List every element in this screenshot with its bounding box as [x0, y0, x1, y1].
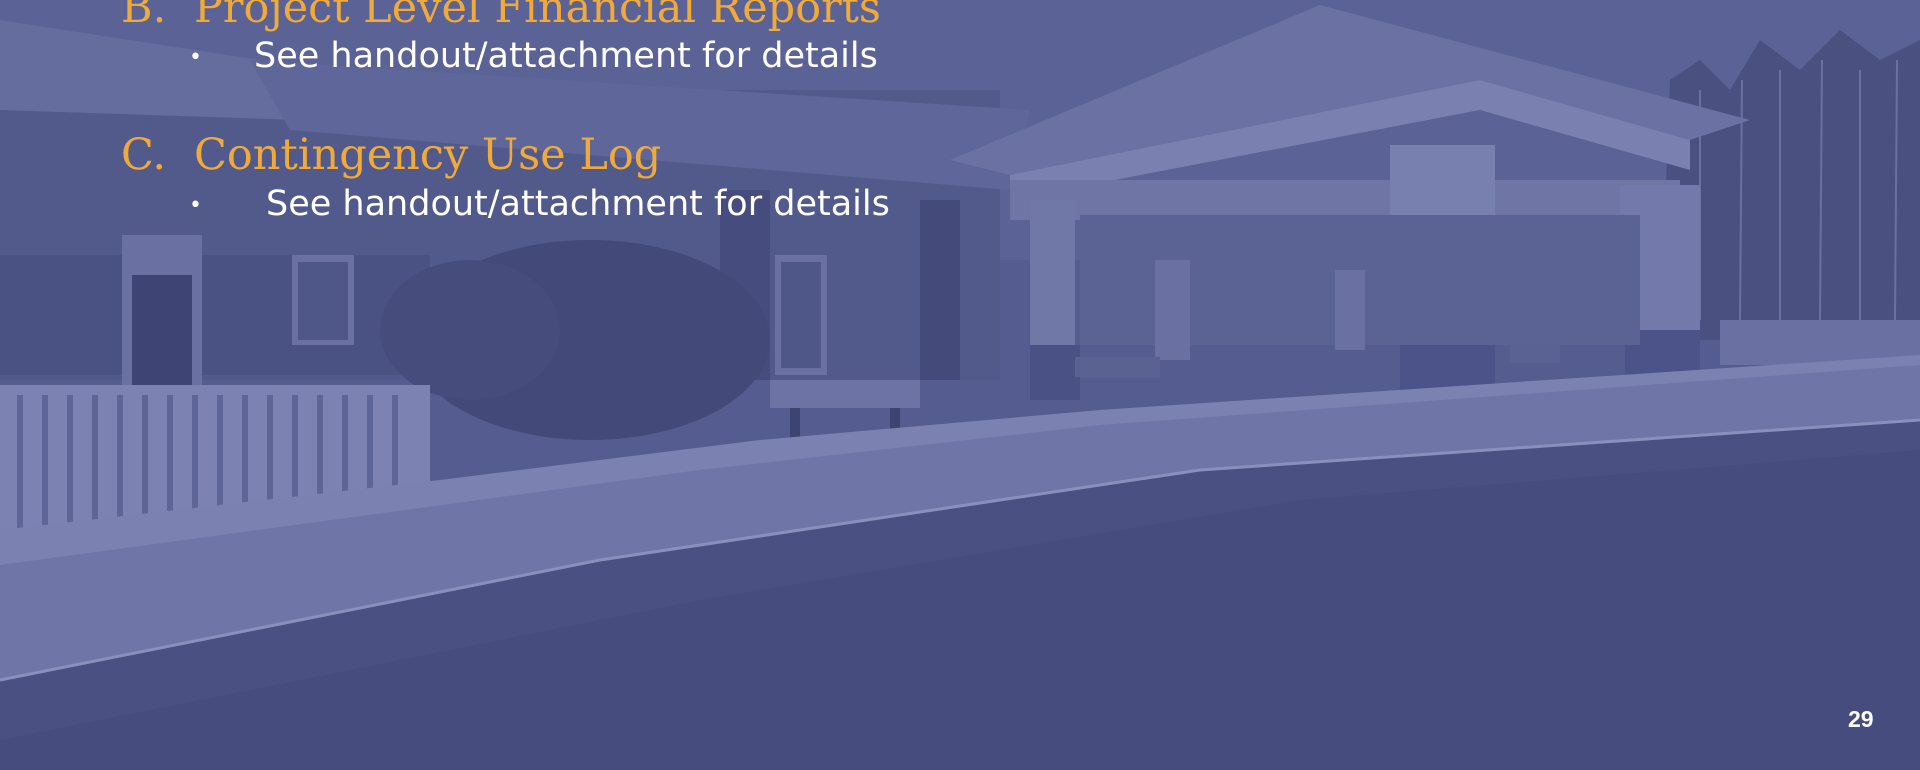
section-c-bullet-text: See handout/attachment for details	[266, 184, 890, 224]
section-b-heading: B. Project Level Financial Reports	[121, 0, 881, 30]
section-c-title: Contingency Use Log	[194, 130, 662, 180]
section-b-letter: B.	[121, 0, 167, 33]
bullet-dot: •	[189, 45, 202, 70]
section-b-bullet-text: See handout/attachment for details	[254, 36, 878, 76]
section-c-heading: C. Contingency Use Log	[121, 134, 661, 177]
bullet-dot: •	[189, 193, 202, 218]
section-b-bullet: • See handout/attachment for details	[189, 36, 878, 76]
section-b-title: Project Level Financial Reports	[194, 0, 881, 33]
page-number: 29	[1848, 706, 1874, 732]
section-c-letter: C.	[121, 130, 167, 180]
section-c-bullet: • See handout/attachment for details	[189, 184, 890, 224]
